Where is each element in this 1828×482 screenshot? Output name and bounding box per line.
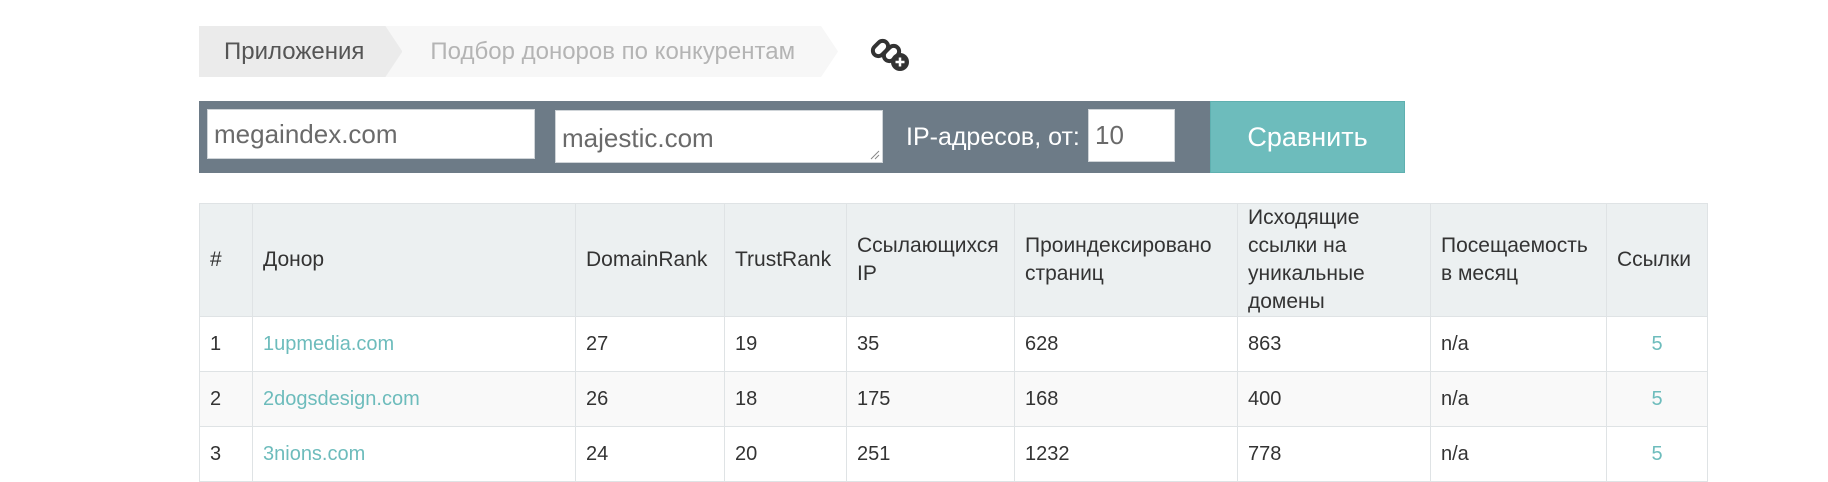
cell-indexed: 1232: [1014, 426, 1238, 482]
cell-outbound: 778: [1237, 426, 1431, 482]
cell-traffic: n/a: [1430, 316, 1607, 372]
cell-trustrank: 19: [724, 316, 847, 372]
donors-table: # Донор DomainRank TrustRank Ссылающихся…: [199, 203, 1708, 482]
cell-traffic: n/a: [1430, 371, 1607, 427]
cell-num: 2: [199, 371, 253, 427]
cell-ips: 175: [846, 371, 1015, 427]
domain-input[interactable]: megaindex.com: [207, 109, 535, 159]
cell-num: 1: [199, 316, 253, 372]
cell-links: 5: [1606, 316, 1708, 372]
cell-domainrank: 27: [575, 316, 725, 372]
links-count-link[interactable]: 5: [1651, 443, 1662, 465]
col-header-ips: Ссылающихся IP: [846, 203, 1015, 317]
ip-count-input[interactable]: 10: [1088, 109, 1175, 162]
donor-link[interactable]: 3nions.com: [263, 443, 365, 465]
col-header-links: Ссылки: [1606, 203, 1708, 317]
col-header-outbound: Исходящие ссылки на уникальные домены: [1237, 203, 1431, 317]
compare-toolbar: megaindex.com majestic.com IP-адресов, о…: [199, 101, 1405, 173]
compare-button[interactable]: Сравнить: [1210, 101, 1405, 173]
competitors-text: majestic.com: [562, 123, 714, 153]
cell-indexed: 628: [1014, 316, 1238, 372]
cell-links: 5: [1606, 426, 1708, 482]
col-header-indexed: Проиндексировано страниц: [1014, 203, 1238, 317]
breadcrumb: Приложения Подбор доноров по конкурентам: [199, 26, 912, 77]
col-header-num: #: [199, 203, 253, 317]
resize-handle-icon[interactable]: [870, 150, 880, 160]
cell-domainrank: 24: [575, 426, 725, 482]
cell-links: 5: [1606, 371, 1708, 427]
cell-trustrank: 18: [724, 371, 847, 427]
cell-donor: 2dogsdesign.com: [252, 371, 576, 427]
table-header-row: # Донор DomainRank TrustRank Ссылающихся…: [199, 203, 1708, 317]
col-header-trustrank: TrustRank: [724, 203, 847, 317]
donor-link[interactable]: 2dogsdesign.com: [263, 388, 420, 410]
cell-outbound: 863: [1237, 316, 1431, 372]
cell-traffic: n/a: [1430, 426, 1607, 482]
links-count-link[interactable]: 5: [1651, 333, 1662, 355]
cell-outbound: 400: [1237, 371, 1431, 427]
breadcrumb-item-current: Подбор доноров по конкурентам: [385, 26, 838, 77]
cell-indexed: 168: [1014, 371, 1238, 427]
table-row: 1 1upmedia.com 27 19 35 628 863 n/a 5: [199, 316, 1708, 372]
cell-num: 3: [199, 426, 253, 482]
breadcrumb-item-apps[interactable]: Приложения: [199, 26, 402, 77]
cell-ips: 35: [846, 316, 1015, 372]
link-add-icon[interactable]: [868, 30, 912, 74]
cell-donor: 1upmedia.com: [252, 316, 576, 372]
ip-label: IP-адресов, от:: [906, 122, 1080, 151]
table-row: 2 2dogsdesign.com 26 18 175 168 400 n/a …: [199, 371, 1708, 427]
links-count-link[interactable]: 5: [1651, 388, 1662, 410]
table-row: 3 3nions.com 24 20 251 1232 778 n/a 5: [199, 426, 1708, 482]
donor-link[interactable]: 1upmedia.com: [263, 333, 394, 355]
col-header-donor: Донор: [252, 203, 576, 317]
col-header-domainrank: DomainRank: [575, 203, 725, 317]
cell-trustrank: 20: [724, 426, 847, 482]
cell-domainrank: 26: [575, 371, 725, 427]
col-header-traffic: Посещаемость в месяц: [1430, 203, 1607, 317]
competitors-textarea[interactable]: majestic.com: [555, 110, 883, 163]
cell-donor: 3nions.com: [252, 426, 576, 482]
cell-ips: 251: [846, 426, 1015, 482]
